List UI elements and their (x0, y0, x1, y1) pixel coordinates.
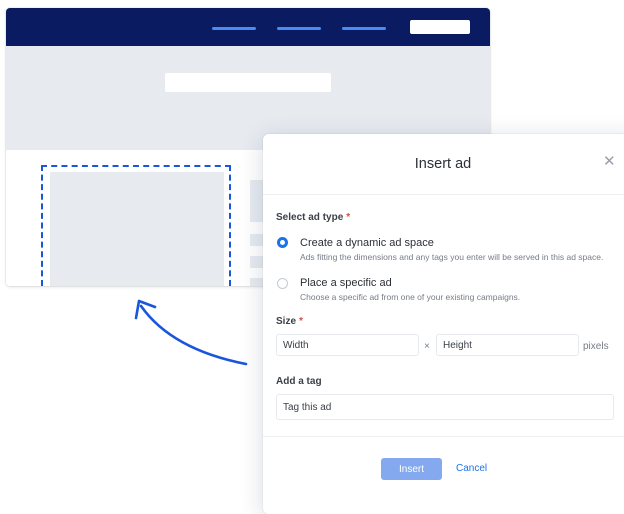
width-input[interactable] (276, 334, 419, 356)
tag-label: Add a tag (276, 376, 322, 387)
close-icon[interactable]: ✕ (603, 154, 616, 169)
ad-space-selection-outline (41, 165, 231, 286)
nav-link-placeholder (342, 27, 386, 30)
size-label: Size * (276, 316, 303, 327)
hero-search-placeholder (165, 73, 331, 92)
nav-link-placeholder (277, 27, 321, 30)
specific-ad-option-title[interactable]: Place a specific ad (300, 277, 392, 289)
dynamic-ad-option-description: Ads fitting the dimensions and any tags … (300, 252, 604, 262)
dynamic-ad-radio[interactable] (277, 237, 288, 248)
required-mark: * (346, 212, 351, 223)
insert-ad-modal: Insert ad ✕ Select ad type * Create a dyn… (263, 134, 624, 514)
ad-type-label: Select ad type * (276, 212, 351, 223)
footer-divider (263, 436, 624, 437)
specific-ad-option-description: Choose a specific ad from one of your ex… (300, 292, 521, 302)
site-navbar (6, 8, 490, 46)
header-divider (263, 194, 624, 195)
required-mark: * (299, 316, 303, 327)
insert-button[interactable]: Insert (381, 458, 442, 480)
specific-ad-radio[interactable] (277, 278, 288, 289)
tag-input[interactable] (276, 394, 614, 420)
nav-button-placeholder (410, 20, 470, 34)
nav-link-placeholder (212, 27, 256, 30)
height-input[interactable] (436, 334, 579, 356)
modal-title: Insert ad (414, 156, 472, 172)
cancel-button[interactable]: Cancel (456, 463, 487, 474)
dynamic-ad-option-title[interactable]: Create a dynamic ad space (300, 237, 434, 249)
size-separator: × (424, 341, 430, 352)
size-unit-label: pixels (583, 341, 609, 352)
